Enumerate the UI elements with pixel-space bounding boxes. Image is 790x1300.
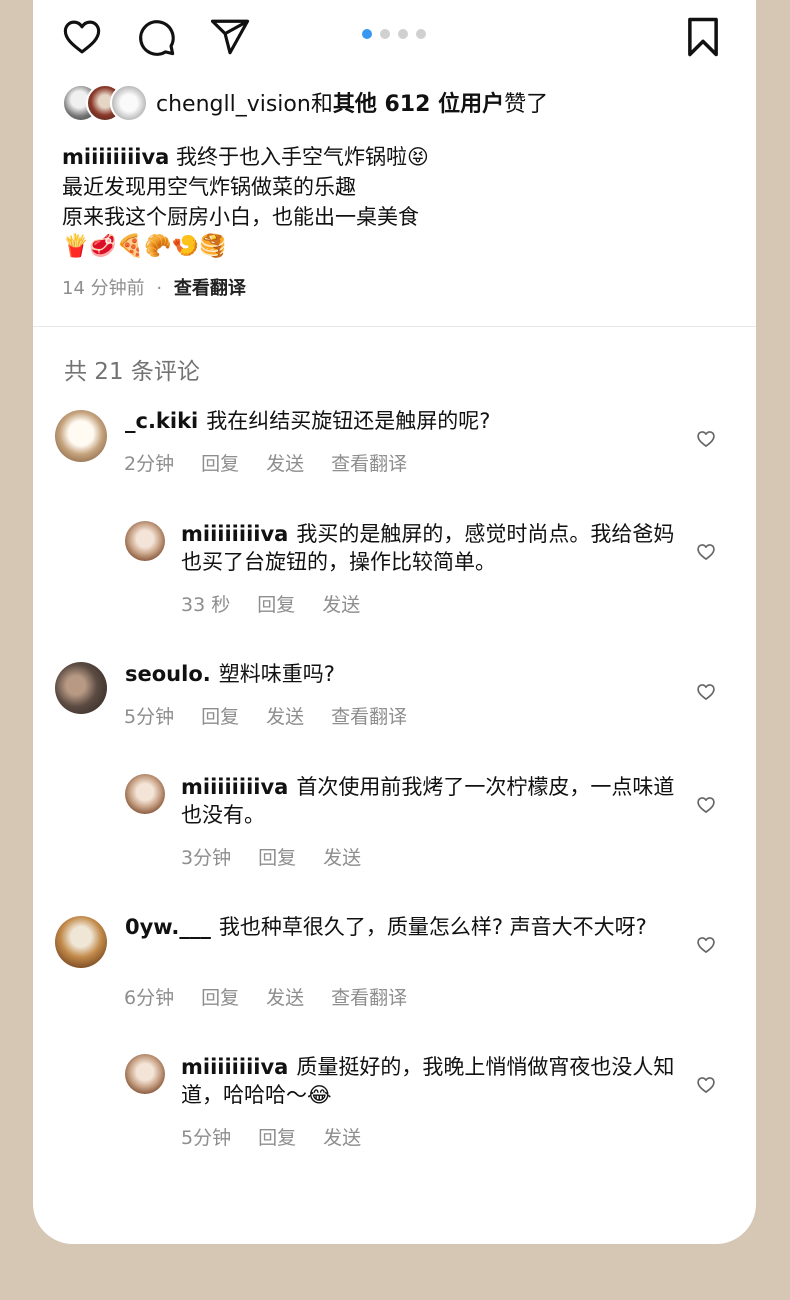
caption-username[interactable]: miiiiiiiiva [62, 145, 169, 169]
comment-like-heart-icon[interactable] [695, 429, 717, 453]
reply-time: 5分钟 [181, 1127, 232, 1149]
reply-button[interactable]: 回复 [257, 594, 295, 616]
likes-suffix: 赞了 [504, 92, 549, 117]
comment-actions: 6分钟 回复 发送 查看翻译 [124, 983, 434, 1010]
like-heart-icon[interactable] [60, 16, 104, 58]
reply-button[interactable]: 回复 [258, 847, 296, 869]
likes-connector: 和 [310, 92, 333, 117]
comment-bubble-icon[interactable] [135, 16, 177, 58]
post-time: 14 分钟前 [62, 278, 145, 299]
carousel-dot-active [362, 29, 372, 39]
reply-actions: 3分钟 回复 发送 [181, 843, 388, 870]
comment-body: seoulo. 塑料味重吗? [125, 660, 685, 688]
commenter-avatar[interactable] [55, 410, 107, 462]
reply-avatar[interactable] [125, 521, 165, 561]
send-button[interactable]: 发送 [323, 847, 361, 869]
reply-body: miiiiiiiiva 首次使用前我烤了一次柠檬皮，一点味道也没有。 [181, 773, 681, 829]
comment-username[interactable]: _c.kiki [125, 409, 198, 433]
reply-button[interactable]: 回复 [258, 1127, 296, 1149]
comment-time: 5分钟 [124, 706, 175, 728]
commenter-avatar[interactable] [55, 662, 107, 714]
reply-actions: 5分钟 回复 发送 [181, 1123, 388, 1150]
post-caption: miiiiiiiiva 我终于也入手空气炸锅啦😝 最近发现用空气炸锅做菜的乐趣 … [62, 142, 702, 262]
send-button[interactable]: 发送 [322, 594, 360, 616]
caption-line-1: 我终于也入手空气炸锅啦😝 [176, 145, 429, 169]
reply-time: 33 秒 [181, 594, 231, 616]
send-button[interactable]: 发送 [266, 706, 304, 728]
commenter-avatar[interactable] [55, 916, 107, 968]
bookmark-icon[interactable] [685, 16, 721, 58]
comment-actions: 2分钟 回复 发送 查看翻译 [124, 449, 434, 476]
carousel-indicator [362, 29, 426, 39]
liker-avatars [62, 84, 148, 122]
comment-username[interactable]: 0yw.___ [125, 915, 211, 939]
comment-like-heart-icon[interactable] [695, 795, 717, 819]
comment-like-heart-icon[interactable] [695, 935, 717, 959]
comment-like-heart-icon[interactable] [695, 1075, 717, 1099]
comment-text: 塑料味重吗? [218, 662, 335, 686]
comment-text: 我在纠结买旋钮还是触屏的呢? [206, 409, 491, 433]
reply-actions: 33 秒 回复 发送 [181, 590, 387, 617]
comment-like-heart-icon[interactable] [695, 542, 717, 566]
comment-username[interactable]: seoulo. [125, 662, 211, 686]
reply-username[interactable]: miiiiiiiiva [181, 522, 288, 546]
meta-separator: · [156, 278, 163, 299]
comment-body: 0yw.___ 我也种草很久了，质量怎么样? 声音大不大呀? [125, 913, 685, 941]
likes-row[interactable]: chengll_vision和其他 612 位用户赞了 [62, 84, 548, 122]
send-button[interactable]: 发送 [323, 1127, 361, 1149]
comment-like-heart-icon[interactable] [695, 682, 717, 706]
carousel-dot [380, 29, 390, 39]
liker-avatar [110, 84, 148, 122]
translate-button[interactable]: 查看翻译 [331, 706, 407, 728]
translate-button[interactable]: 查看翻译 [331, 987, 407, 1009]
carousel-dot [416, 29, 426, 39]
comment-body: _c.kiki 我在纠结买旋钮还是触屏的呢? [125, 407, 685, 435]
translate-button[interactable]: 查看翻译 [331, 453, 407, 475]
reply-button[interactable]: 回复 [201, 706, 239, 728]
liker-username[interactable]: chengll_vision [156, 92, 311, 117]
comment-count: 共 21 条评论 [64, 359, 200, 385]
reply-time: 3分钟 [181, 847, 232, 869]
comment-time: 6分钟 [124, 987, 175, 1009]
reply-username[interactable]: miiiiiiiiva [181, 775, 288, 799]
comment-time: 2分钟 [124, 453, 175, 475]
reply-avatar[interactable] [125, 774, 165, 814]
caption-translate-link[interactable]: 查看翻译 [174, 278, 246, 299]
comment-text: 我也种草很久了，质量怎么样? 声音大不大呀? [218, 915, 647, 939]
section-divider [33, 326, 756, 327]
likes-others-count[interactable]: 其他 612 位用户 [333, 92, 504, 117]
send-button[interactable]: 发送 [266, 453, 304, 475]
caption-line-3: 原来我这个厨房小白，也能出一桌美食 [62, 205, 419, 229]
reply-button[interactable]: 回复 [201, 987, 239, 1009]
reply-body: miiiiiiiiva 质量挺好的，我晚上悄悄做宵夜也没人知道，哈哈哈～😂 [181, 1053, 681, 1109]
carousel-dot [398, 29, 408, 39]
reply-username[interactable]: miiiiiiiiva [181, 1055, 288, 1079]
reply-avatar[interactable] [125, 1054, 165, 1094]
share-send-icon[interactable] [208, 16, 252, 58]
caption-line-2: 最近发现用空气炸锅做菜的乐趣 [62, 175, 356, 199]
likes-text: chengll_vision和其他 612 位用户赞了 [156, 86, 548, 118]
caption-emojis: 🍟🥩🍕🥐🍤🥞 [62, 234, 227, 259]
send-button[interactable]: 发送 [266, 987, 304, 1009]
post-meta: 14 分钟前 · 查看翻译 [62, 274, 246, 300]
reply-button[interactable]: 回复 [201, 453, 239, 475]
reply-body: miiiiiiiiva 我买的是触屏的，感觉时尚点。我给爸妈也买了台旋钮的，操作比… [181, 520, 681, 576]
comment-actions: 5分钟 回复 发送 查看翻译 [124, 702, 434, 729]
